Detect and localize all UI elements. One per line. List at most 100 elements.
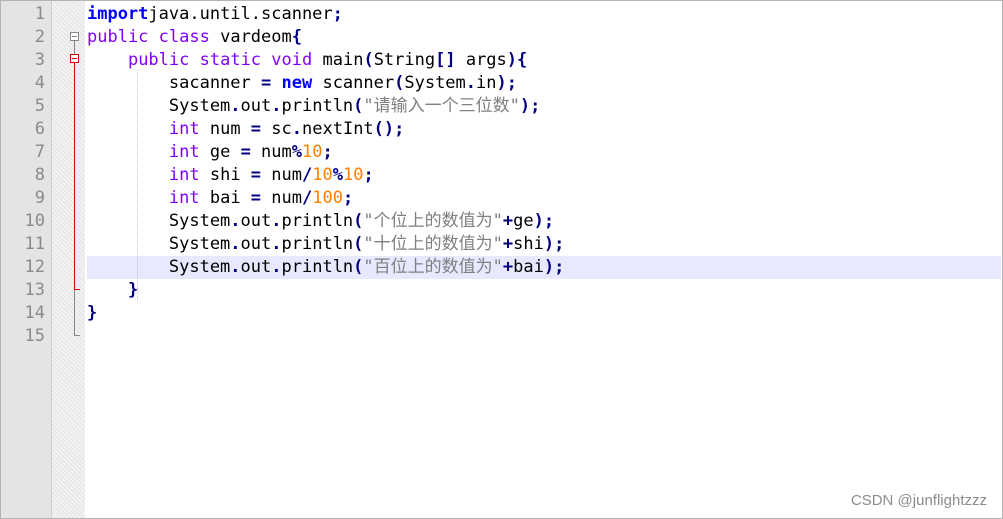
fold-margin	[52, 1, 85, 518]
code-token: System	[87, 257, 231, 277]
code-token: (	[363, 50, 374, 70]
line-number: 9	[34, 188, 45, 208]
code-text[interactable]: System.out.println("请输入一个三位数");	[87, 95, 541, 118]
code-token: "请输入一个三位数"	[363, 96, 520, 116]
fold-line-main	[74, 63, 75, 289]
code-editor[interactable]: 1 importjava.until.scanner; 2 public class …	[0, 0, 1003, 519]
code-token: java.until.scanner	[148, 4, 333, 24]
code-token: );	[543, 257, 565, 277]
code-token: (	[394, 73, 405, 93]
code-token: );	[543, 234, 565, 254]
code-token: out	[240, 257, 272, 277]
code-token: out	[240, 96, 272, 116]
code-token: ge	[199, 142, 241, 162]
code-token: /	[302, 165, 313, 185]
code-token: 10	[312, 165, 333, 185]
code-token: 100	[312, 188, 343, 208]
code-text[interactable]: }	[87, 302, 97, 325]
code-token: out	[240, 211, 272, 231]
line-number: 1	[34, 4, 45, 24]
code-token: "个位上的数值为"	[363, 211, 503, 231]
code-token: .	[291, 119, 303, 139]
code-token: num	[199, 119, 251, 139]
code-text[interactable]: sacanner = new scanner(System.in);	[87, 72, 517, 95]
code-token: new	[281, 73, 313, 93]
code-token: import	[87, 4, 149, 24]
code-token: scanner	[312, 73, 395, 93]
code-token: String	[373, 50, 436, 70]
line-number: 5	[34, 96, 45, 116]
code-token: num	[250, 142, 292, 162]
line-number: 12	[24, 257, 45, 277]
code-text[interactable]: importjava.until.scanner;	[87, 3, 343, 26]
code-token: .	[465, 73, 477, 93]
code-token: );	[496, 73, 517, 93]
code-text[interactable]: int bai = num/100;	[87, 187, 353, 210]
code-token: ;	[363, 165, 374, 185]
code-token: println	[281, 96, 354, 116]
code-text[interactable]: }	[87, 279, 138, 302]
code-token: out	[240, 234, 272, 254]
code-token: static	[199, 50, 262, 70]
code-token: }	[87, 303, 98, 323]
code-token: int	[168, 142, 200, 162]
code-text[interactable]: System.out.println("百位上的数值为"+bai);	[87, 256, 564, 279]
code-text[interactable]: int num = sc.nextInt();	[87, 118, 405, 141]
code-token: .	[230, 257, 241, 277]
code-token: main	[312, 50, 364, 70]
code-token: "十位上的数值为"	[363, 234, 503, 254]
code-token: 10	[342, 165, 364, 185]
code-text[interactable]: System.out.println("个位上的数值为"+ge);	[87, 210, 554, 233]
line-number: 11	[24, 234, 45, 254]
code-token: bai	[513, 257, 544, 277]
code-token: int	[168, 119, 200, 139]
code-token: "百位上的数值为"	[363, 257, 503, 277]
code-token: (	[353, 234, 364, 254]
code-token: =	[240, 142, 251, 162]
indent-guide	[137, 70, 138, 301]
code-token: []	[435, 50, 456, 70]
code-token: );	[519, 96, 541, 116]
fold-toggle-class[interactable]	[70, 32, 79, 41]
code-token: public	[127, 50, 190, 70]
code-token: in	[476, 73, 497, 93]
line-number: 8	[34, 165, 45, 185]
code-token: class	[158, 27, 210, 47]
code-token: .	[230, 211, 241, 231]
watermark-label: CSDN @junflightzzz	[850, 492, 987, 509]
code-token: int	[168, 165, 200, 185]
code-token: =	[261, 73, 272, 93]
code-token: .	[271, 96, 282, 116]
code-token: num	[261, 165, 302, 185]
line-number: 6	[34, 119, 45, 139]
code-token: +	[502, 211, 514, 231]
code-token: (	[353, 211, 364, 231]
code-token: ){	[506, 50, 528, 70]
line-number: 7	[34, 142, 45, 162]
fold-end-class	[74, 335, 80, 336]
code-token: ge	[513, 211, 534, 231]
line-number: 3	[34, 50, 45, 70]
code-token: .	[271, 257, 282, 277]
code-token: println	[281, 257, 354, 277]
code-token: =	[250, 119, 262, 139]
code-text[interactable]: int ge = num%10;	[87, 141, 333, 164]
code-text[interactable]: int shi = num/10%10;	[87, 164, 374, 187]
code-token: System	[87, 234, 231, 254]
code-text[interactable]: System.out.println("十位上的数值为"+shi);	[87, 233, 564, 256]
code-token: System	[404, 73, 466, 93]
code-text[interactable]: public class vardeom{	[87, 26, 302, 49]
code-text[interactable]: public static void main(String[] args){	[87, 49, 527, 72]
fold-toggle-main[interactable]	[70, 54, 79, 63]
code-token: sacanner	[87, 73, 261, 93]
code-token: num	[261, 188, 302, 208]
code-token: vardeom	[209, 27, 292, 47]
code-token: /	[302, 188, 313, 208]
